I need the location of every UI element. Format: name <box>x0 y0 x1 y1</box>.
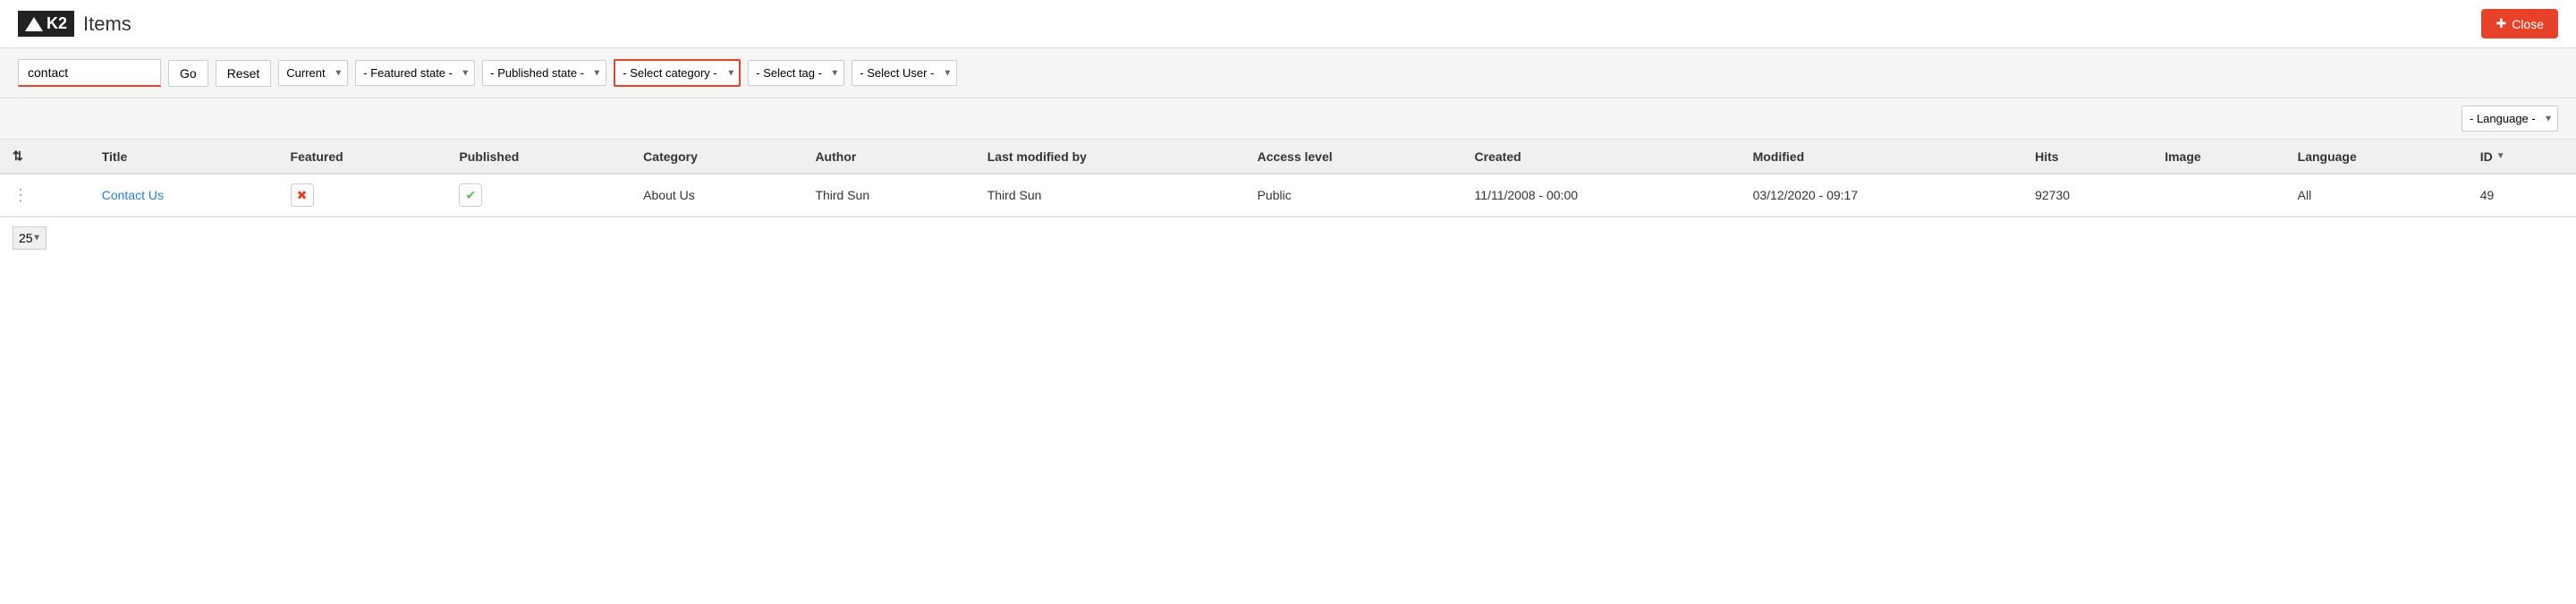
title-cell: Contact Us <box>89 174 278 217</box>
table-row: ⋮ Contact Us ✖ ✔ About Us Third Sun Thir… <box>0 174 2576 217</box>
drag-handle[interactable]: ⋮ <box>13 186 29 204</box>
language-select-wrapper: - Language - <box>2462 106 2558 132</box>
col-id[interactable]: ID ▼ <box>2468 140 2576 174</box>
logo-area: K2 Items <box>18 11 131 37</box>
col-hits: Hits <box>2022 140 2152 174</box>
col-created: Created <box>1462 140 1741 174</box>
current-select-wrapper: Current <box>278 60 348 86</box>
col-language: Language <box>2285 140 2468 174</box>
published-state-select-wrapper: - Published state - <box>482 60 606 86</box>
created-cell: 11/11/2008 - 00:00 <box>1462 174 1741 217</box>
table-container: ⇅ Title Featured Published Category Auth… <box>0 140 2576 259</box>
table-header-row: ⇅ Title Featured Published Category Auth… <box>0 140 2576 174</box>
items-table: ⇅ Title Featured Published Category Auth… <box>0 140 2576 217</box>
logo-icon <box>25 17 43 31</box>
category-select[interactable]: - Select category - <box>614 59 741 87</box>
page-size-select[interactable]: 5101520253050100200 <box>13 226 47 250</box>
col-author: Author <box>802 140 974 174</box>
sort-icon: ⇅ <box>13 149 23 164</box>
col-last-modified-by: Last modified by <box>975 140 1245 174</box>
user-select[interactable]: - Select User - <box>852 60 957 86</box>
col-drag: ⇅ <box>0 140 89 174</box>
access-level-cell: Public <box>1245 174 1462 217</box>
tag-select[interactable]: - Select tag - <box>748 60 844 86</box>
published-status-icon[interactable]: ✔ <box>459 183 482 207</box>
featured-status-icon[interactable]: ✖ <box>291 183 314 207</box>
published-cell: ✔ <box>446 174 631 217</box>
filter-bar: Go Reset Current - Featured state - - Pu… <box>0 48 2576 98</box>
id-sort-icon: ▼ <box>2496 151 2505 161</box>
language-select[interactable]: - Language - <box>2462 106 2558 132</box>
go-button[interactable]: Go <box>168 60 208 87</box>
col-image: Image <box>2152 140 2284 174</box>
user-select-wrapper: - Select User - <box>852 60 957 86</box>
logo: K2 <box>18 11 74 37</box>
top-bar: K2 Items Close <box>0 0 2576 48</box>
search-input[interactable] <box>18 59 161 87</box>
category-cell: About Us <box>631 174 802 217</box>
reset-button[interactable]: Reset <box>216 60 272 87</box>
col-featured: Featured <box>278 140 447 174</box>
current-select[interactable]: Current <box>278 60 348 86</box>
featured-state-select[interactable]: - Featured state - <box>355 60 475 86</box>
page-size-wrapper: 5101520253050100200 <box>13 226 47 250</box>
drag-cell: ⋮ <box>0 174 89 217</box>
published-state-select[interactable]: - Published state - <box>482 60 606 86</box>
logo-text: K2 <box>47 14 67 33</box>
filter-bar-2: - Language - <box>0 98 2576 140</box>
image-cell <box>2152 174 2284 217</box>
col-access-level: Access level <box>1245 140 1462 174</box>
col-title[interactable]: Title <box>89 140 278 174</box>
col-modified: Modified <box>1741 140 2023 174</box>
id-cell: 49 <box>2468 174 2576 217</box>
table-footer: 5101520253050100200 <box>0 217 2576 259</box>
featured-cell: ✖ <box>278 174 447 217</box>
tag-select-wrapper: - Select tag - <box>748 60 844 86</box>
close-button[interactable]: Close <box>2481 9 2558 38</box>
col-published: Published <box>446 140 631 174</box>
hits-cell: 92730 <box>2022 174 2152 217</box>
author-cell: Third Sun <box>802 174 974 217</box>
language-cell: All <box>2285 174 2468 217</box>
item-title-link[interactable]: Contact Us <box>102 188 164 202</box>
page-title: Items <box>83 13 131 36</box>
col-category: Category <box>631 140 802 174</box>
last-modified-by-cell: Third Sun <box>975 174 1245 217</box>
modified-cell: 03/12/2020 - 09:17 <box>1741 174 2023 217</box>
category-select-wrapper: - Select category - <box>614 59 741 87</box>
featured-state-select-wrapper: - Featured state - <box>355 60 475 86</box>
